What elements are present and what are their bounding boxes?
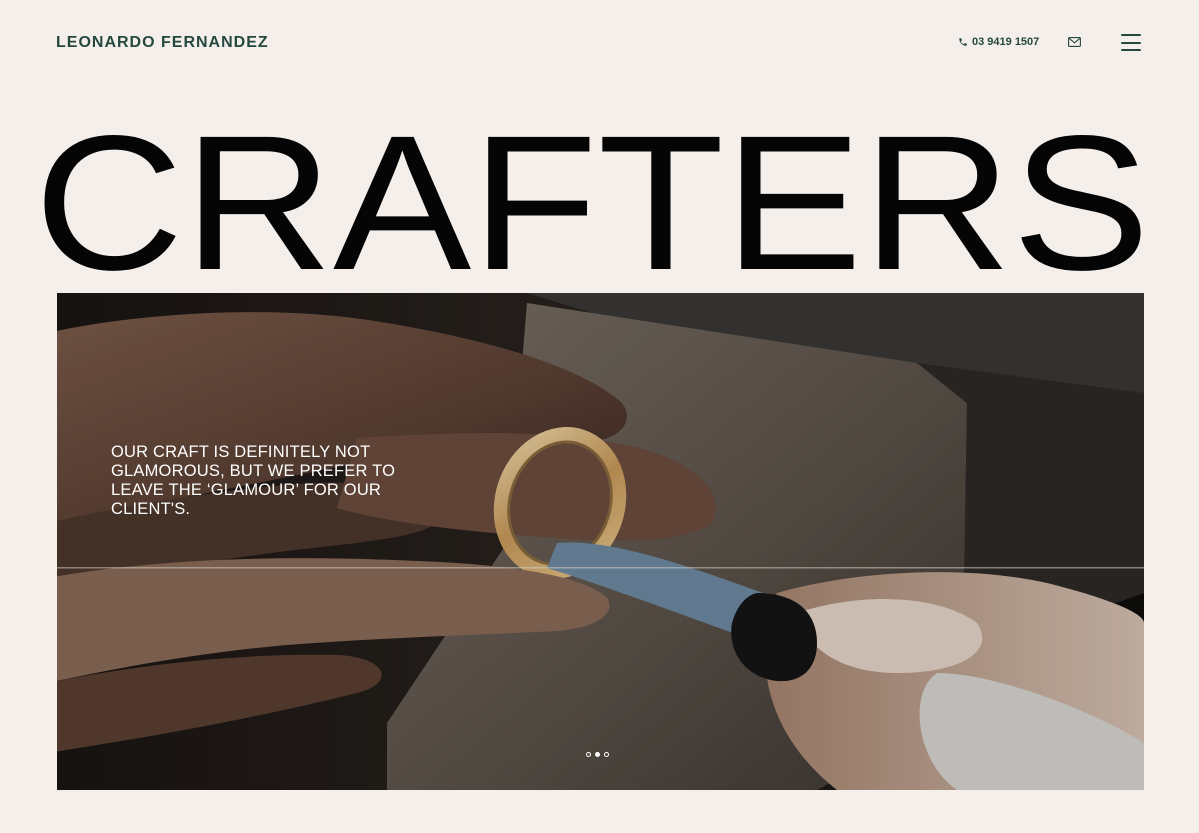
- hero-video[interactable]: OUR CRAFT IS DEFINITELY NOT GLAMOROUS, B…: [57, 293, 1144, 790]
- slide-dot-3[interactable]: [604, 752, 609, 757]
- hero-title: CRAFTERS: [34, 100, 1150, 296]
- mail-icon[interactable]: [1068, 37, 1081, 47]
- phone-link[interactable]: 03 9419 1507: [958, 36, 1039, 48]
- slide-caption: OUR CRAFT IS DEFINITELY NOT GLAMOROUS, B…: [111, 443, 396, 518]
- brand-logo-link[interactable]: LEONARDO FERNANDEZ: [56, 34, 269, 52]
- hamburger-menu-icon[interactable]: [1121, 34, 1141, 51]
- slide-pagination: [586, 752, 609, 757]
- slide-dot-2[interactable]: [595, 752, 600, 757]
- phone-icon: [958, 37, 968, 47]
- page: LEONARDO FERNANDEZ 03 9419 1507 CRAFTERS: [0, 0, 1199, 833]
- craft-photo: [57, 293, 1144, 790]
- slide-dot-1[interactable]: [586, 752, 591, 757]
- phone-number: 03 9419 1507: [972, 36, 1040, 48]
- hero-title-container: CRAFTERS: [30, 100, 1170, 296]
